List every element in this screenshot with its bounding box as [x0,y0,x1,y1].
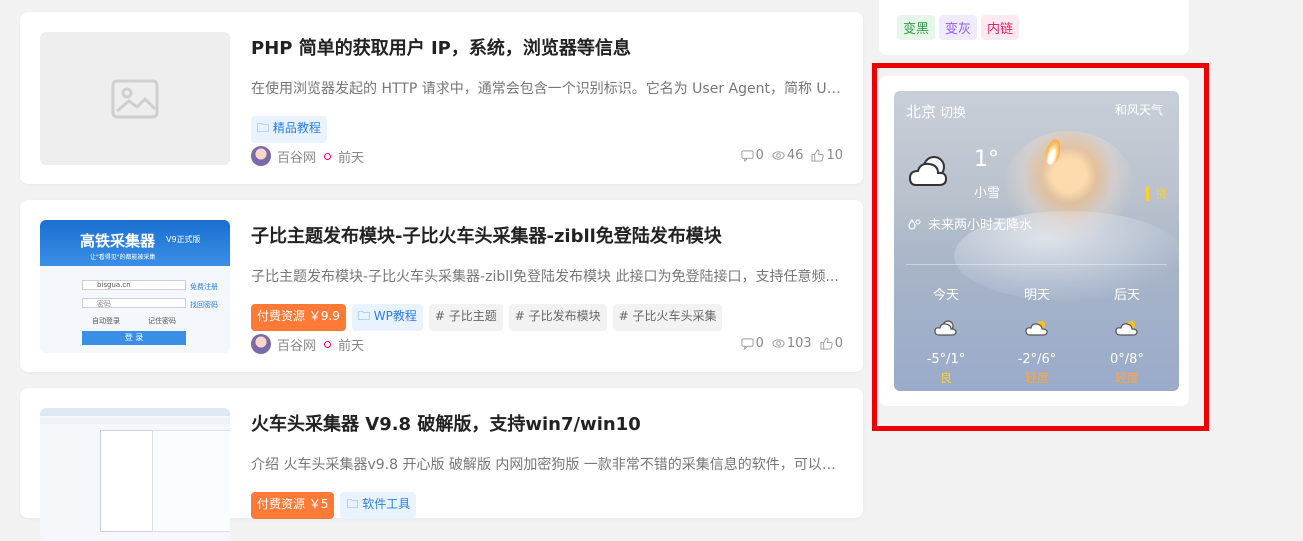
thumb-auto-login: 自动登录 [92,317,120,325]
article-excerpt: 子比主题发布模块-子比火车头采集器-zibll免登陆发布模块 此接口为免登陆接口… [251,269,839,285]
article-excerpt: 介绍 火车头采集器v9.8 开心版 破解版 内网加密狗版 一款非常不错的采集信息… [251,457,843,473]
topic-tag[interactable]: # 子比火车头采集 [612,304,723,331]
thumb-login-field: bisgua.cn [82,280,186,290]
thumb-link-register: 免费注册 [190,283,218,291]
article-thumbnail[interactable]: 高铁采集器 V9正式版 让"看得见"的都能被采集 bisgua.cn 密码 免费… [40,220,230,353]
view-count: 46 [786,148,804,163]
article-title[interactable]: PHP 简单的获取用户 IP，系统，浏览器等信息 [251,34,631,60]
thumb-edition: V9正式版 [166,235,201,244]
article-stats: 0 46 10 [741,148,843,163]
view-icon [772,339,785,348]
article-excerpt: 在使用浏览器发起的 HTTP 请求中，通常会包含一个识别标识。它名为 User … [251,81,843,97]
placeholder-image-icon [111,79,159,118]
comment-icon [741,338,754,350]
like-count: 0 [834,336,843,351]
topic-tag[interactable]: # 子比主题 [428,304,503,331]
article-tags: 付费资源 ￥9.9 🗀 WP教程 # 子比主题 # 子比发布模块 # 子比火车头… [251,304,723,331]
category-tag[interactable]: 🗀 WP教程 [351,304,423,331]
highlight-box [872,63,1209,431]
comment-icon [741,150,754,162]
comment-count: 0 [755,148,764,163]
time-dot-icon [324,152,332,160]
thumb-password-field: 密码 [82,298,186,308]
like-count: 10 [826,148,843,163]
article-title[interactable]: 火车头采集器 V9.8 破解版，支持win7/win10 [251,410,641,436]
article-card[interactable]: 火车头采集器 V9.8 破解版，支持win7/win10 介绍 火车头采集器v9… [20,388,863,541]
article-meta: 百谷网 前天 [251,334,364,354]
view-count: 103 [786,336,812,351]
article-thumbnail[interactable] [40,408,230,541]
article-stats: 0 103 0 [741,336,843,351]
thumb-slogan: 让"看得见"的都能被采集 [90,254,156,261]
article-card[interactable]: PHP 简单的获取用户 IP，系统，浏览器等信息 在使用浏览器发起的 HTTP … [20,12,863,184]
sidebar-tag[interactable]: 变黑 [897,15,936,40]
sidebar-tag[interactable]: 内链 [981,15,1020,40]
paid-resource-badge[interactable]: 付费资源 ￥9.9 [251,304,346,331]
like-icon [811,149,825,162]
post-time: 前天 [338,150,365,166]
article-meta: 百谷网 前天 [251,146,364,166]
author-name[interactable]: 百谷网 [277,147,316,166]
thumb-brand: 高铁采集器 [80,232,156,250]
category-tag[interactable]: 🗀 精品教程 [251,116,327,143]
category-tag[interactable]: 🗀 软件工具 [340,492,417,519]
time-dot-icon [324,340,332,348]
author-name[interactable]: 百谷网 [277,335,316,354]
thumb-login-button: 登 录 [82,331,186,345]
article-card[interactable]: 高铁采集器 V9正式版 让"看得见"的都能被采集 bisgua.cn 密码 免费… [20,200,863,372]
view-icon [772,151,785,160]
comment-count: 0 [755,336,764,351]
article-tags: 🗀 精品教程 [251,116,327,143]
sidebar-tags-widget: 变黑 变灰 内链 [879,0,1189,55]
topic-tag[interactable]: # 子比发布模块 [508,304,607,331]
thumb-link-recover: 找回密码 [190,301,218,309]
article-tags: 付费资源 ￥5 🗀 软件工具 [251,492,417,519]
article-thumbnail[interactable] [40,32,230,165]
post-time: 前天 [338,338,365,354]
like-icon [820,337,833,350]
thumb-remember-password: 记住密码 [148,317,176,325]
paid-resource-badge[interactable]: 付费资源 ￥5 [251,492,335,519]
sidebar-tag[interactable]: 变灰 [939,15,978,40]
avatar[interactable] [251,334,271,354]
avatar[interactable] [251,146,271,166]
article-title[interactable]: 子比主题发布模块-子比火车头采集器-zibll免登陆发布模块 [251,222,722,248]
